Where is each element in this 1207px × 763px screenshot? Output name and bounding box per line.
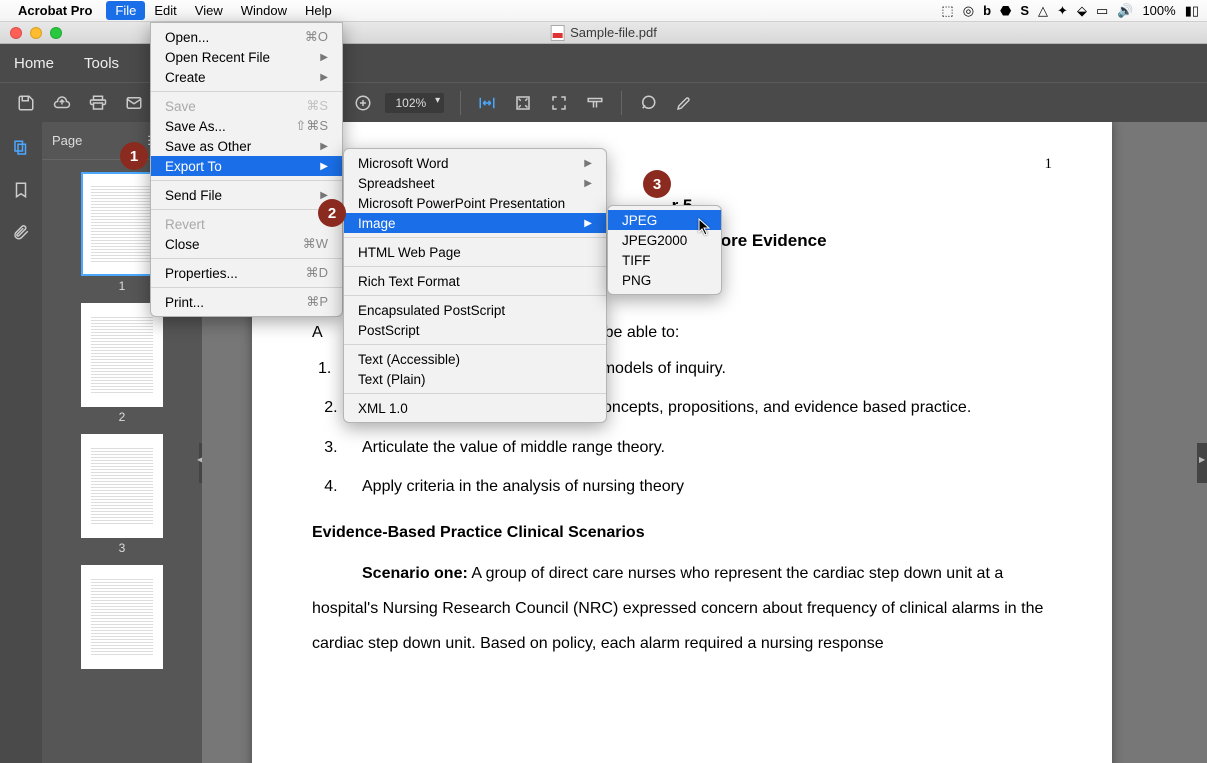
file-save: Save⌘S (151, 96, 342, 116)
export-postscript[interactable]: PostScript (344, 320, 606, 340)
read-mode-icon[interactable] (581, 89, 609, 117)
annotation-badge-1: 1 (120, 142, 148, 170)
zoom-window-button[interactable] (50, 27, 62, 39)
file-open-recent[interactable]: Open Recent File▶ (151, 47, 342, 67)
fullscreen-icon[interactable] (545, 89, 573, 117)
thumbnails-rail-icon[interactable] (11, 138, 31, 158)
file-properties[interactable]: Properties...⌘D (151, 263, 342, 283)
file-save-as-other[interactable]: Save as Other▶ (151, 136, 342, 156)
wifi-icon[interactable]: ⬙ (1077, 3, 1087, 19)
file-save-as[interactable]: Save As...⇧⌘S (151, 116, 342, 136)
nav-rail (0, 122, 42, 763)
annotation-badge-2: 2 (318, 199, 346, 227)
menu-view[interactable]: View (186, 1, 232, 20)
save-icon[interactable] (12, 89, 40, 117)
app-name[interactable]: Acrobat Pro (18, 3, 92, 18)
file-create[interactable]: Create▶ (151, 67, 342, 87)
menu-help[interactable]: Help (296, 1, 341, 20)
bookmarks-rail-icon[interactable] (11, 180, 31, 200)
export-rtf[interactable]: Rich Text Format (344, 271, 606, 291)
mac-menubar: Acrobat Pro File Edit View Window Help ⬚… (0, 0, 1207, 22)
fit-page-icon[interactable] (509, 89, 537, 117)
export-xml[interactable]: XML 1.0 (344, 398, 606, 418)
pdf-file-icon (550, 25, 564, 41)
print-icon[interactable] (84, 89, 112, 117)
comment-icon[interactable] (634, 89, 662, 117)
dropbox-icon[interactable]: ⬚ (941, 3, 953, 19)
export-image[interactable]: Image▶ (344, 213, 606, 233)
skype-icon[interactable]: S (1020, 3, 1029, 18)
export-text-plain[interactable]: Text (Plain) (344, 369, 606, 389)
battery-icon[interactable]: ▮▯ (1185, 3, 1199, 19)
export-spreadsheet[interactable]: Spreadsheet▶ (344, 173, 606, 193)
thumbnail-page-4[interactable] (81, 565, 163, 669)
home-tab[interactable]: Home (14, 55, 54, 72)
zoom-level-select[interactable]: 102% (385, 93, 444, 113)
page-number: 1 (1045, 152, 1053, 176)
file-menu-dropdown: Open...⌘O Open Recent File▶ Create▶ Save… (150, 22, 343, 317)
thumbnails-header-label: Page (52, 133, 82, 148)
sync-icon[interactable]: ◎ (963, 3, 974, 19)
file-open[interactable]: Open...⌘O (151, 27, 342, 47)
battery-percent[interactable]: 100% (1142, 3, 1175, 18)
app-icon-b[interactable]: b (983, 3, 991, 18)
cloud-upload-icon[interactable] (48, 89, 76, 117)
export-powerpoint[interactable]: Microsoft PowerPoint Presentation (344, 193, 606, 213)
export-html[interactable]: HTML Web Page (344, 242, 606, 262)
objective-item-4: Apply criteria in the analysis of nursin… (342, 474, 1052, 500)
image-tiff[interactable]: TIFF (608, 250, 721, 270)
objective-item-3: Articulate the value of middle range the… (342, 435, 1052, 461)
evernote-icon[interactable]: ✦ (1057, 3, 1068, 19)
shield-icon[interactable]: ⬣ (1000, 3, 1011, 19)
file-send[interactable]: Send File▶ (151, 185, 342, 205)
image-jpeg[interactable]: JPEG (608, 210, 721, 230)
cloud-icon[interactable]: △ (1038, 3, 1048, 19)
file-export-to[interactable]: Export To▶ (151, 156, 342, 176)
display-icon[interactable]: ▭ (1096, 3, 1108, 19)
volume-icon[interactable]: 🔊 (1117, 3, 1133, 19)
image-jpeg2000[interactable]: JPEG2000 (608, 230, 721, 250)
export-eps[interactable]: Encapsulated PostScript (344, 300, 606, 320)
highlight-icon[interactable] (670, 89, 698, 117)
zoom-in-icon[interactable] (349, 89, 377, 117)
file-revert: Revert (151, 214, 342, 234)
window-title: Sample-file.pdf (550, 25, 657, 41)
scenario-paragraph: Scenario one: A group of direct care nur… (312, 556, 1052, 662)
close-window-button[interactable] (10, 27, 22, 39)
window-controls (0, 27, 62, 39)
image-format-submenu: JPEG JPEG2000 TIFF PNG (607, 205, 722, 295)
menu-file[interactable]: File (106, 1, 145, 20)
minimize-window-button[interactable] (30, 27, 42, 39)
thumbnail-page-2[interactable]: 2 (81, 303, 163, 424)
menu-edit[interactable]: Edit (145, 1, 185, 20)
export-text-accessible[interactable]: Text (Accessible) (344, 349, 606, 369)
right-panel-handle[interactable] (1197, 443, 1207, 483)
export-word[interactable]: Microsoft Word▶ (344, 153, 606, 173)
file-print[interactable]: Print...⌘P (151, 292, 342, 312)
scenarios-heading: Evidence-Based Practice Clinical Scenari… (312, 520, 1052, 546)
attachments-rail-icon[interactable] (11, 222, 31, 242)
send-icon[interactable] (120, 89, 148, 117)
menu-window[interactable]: Window (232, 1, 296, 20)
fit-width-icon[interactable] (473, 89, 501, 117)
menubar-status-tray: ⬚ ◎ b ⬣ S △ ✦ ⬙ ▭ 🔊 100% ▮▯ (941, 3, 1199, 19)
annotation-badge-3: 3 (643, 170, 671, 198)
thumbnail-page-3[interactable]: 3 (81, 434, 163, 555)
file-close[interactable]: Close⌘W (151, 234, 342, 254)
image-png[interactable]: PNG (608, 270, 721, 290)
export-to-submenu: Microsoft Word▶ Spreadsheet▶ Microsoft P… (343, 148, 607, 423)
tools-tab[interactable]: Tools (84, 55, 119, 72)
